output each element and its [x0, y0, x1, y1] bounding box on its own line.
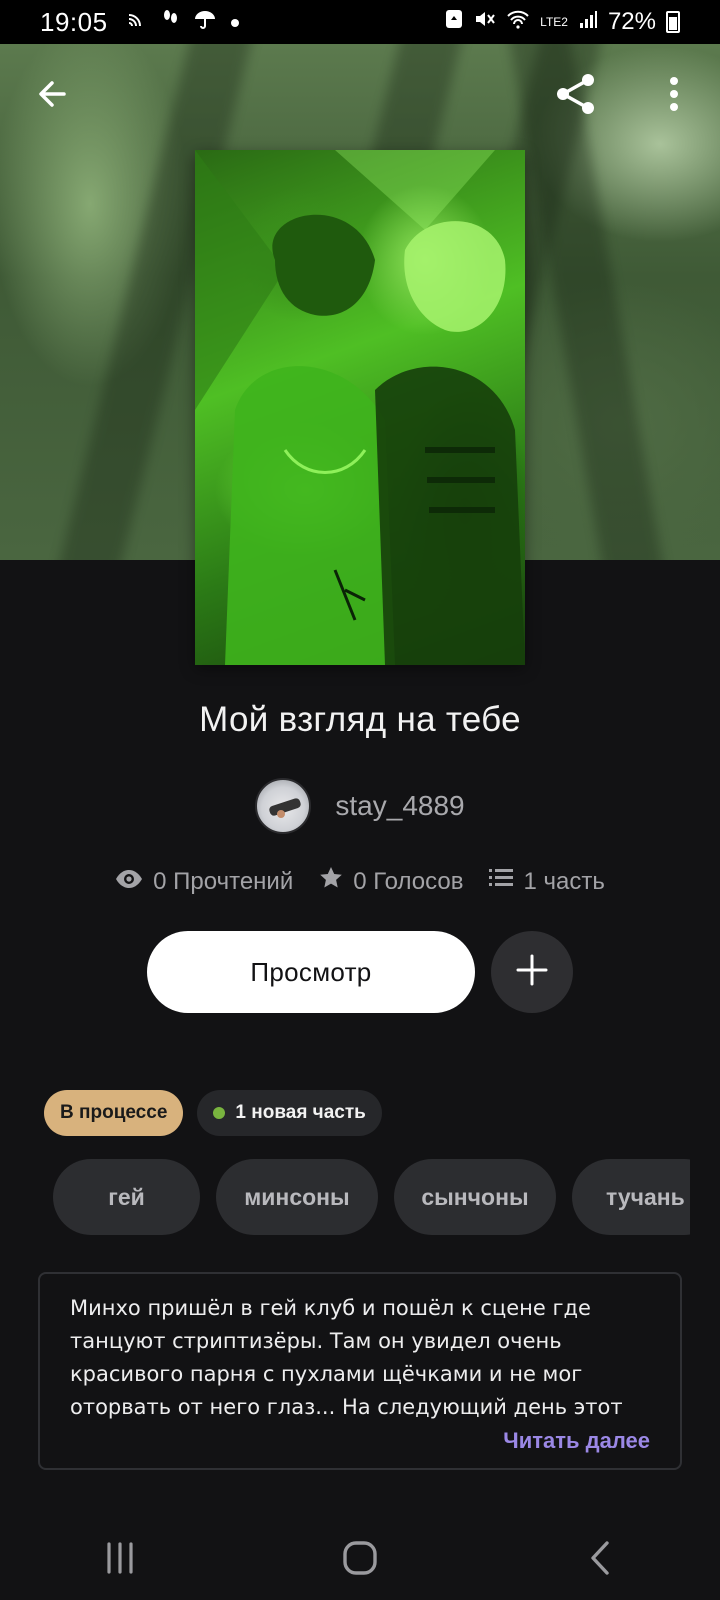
share-button[interactable]	[546, 66, 606, 126]
story-title: Мой взгляд на тебе	[199, 700, 521, 739]
star-icon	[319, 866, 343, 897]
votes-count: 0 Голосов	[353, 867, 464, 895]
cover-artwork	[195, 150, 525, 665]
cast-icon	[126, 9, 146, 35]
description-text: Минхо пришёл в гей клуб и пошёл к сцене …	[70, 1296, 623, 1419]
signal-icon	[578, 9, 598, 35]
votes-stat: 0 Голосов	[319, 866, 463, 897]
view-button[interactable]: Просмотр	[147, 931, 475, 1013]
tags-row[interactable]: гей минсоны сынчоны тучань	[53, 1159, 690, 1235]
status-badge: В процессе	[44, 1090, 184, 1136]
battery-percent: 72%	[607, 8, 656, 35]
wifi-icon	[506, 9, 530, 35]
tag-chip[interactable]: гей	[53, 1159, 200, 1235]
reads-count: 0 Прочтений	[153, 867, 294, 895]
recycle-icon	[444, 8, 464, 36]
footprint-icon	[160, 9, 180, 35]
read-more-link[interactable]: Читать далее	[503, 1428, 650, 1454]
system-nav-bar	[0, 1520, 720, 1600]
add-to-library-button[interactable]	[491, 931, 573, 1013]
status-time: 19:05	[40, 6, 108, 37]
action-row: Просмотр	[0, 931, 720, 1013]
umbrella-icon	[194, 9, 216, 35]
parts-stat: 1 часть	[489, 867, 605, 896]
recents-icon	[103, 1541, 137, 1580]
new-dot-icon	[213, 1107, 226, 1119]
system-back-button[interactable]	[560, 1530, 640, 1590]
list-icon	[489, 867, 514, 896]
status-bar: 19:05 LTE2 72%	[0, 0, 720, 44]
more-options-button[interactable]	[644, 66, 704, 126]
back-button[interactable]	[22, 66, 82, 126]
more-vert-icon	[668, 76, 680, 117]
description-box[interactable]: Минхо пришёл в гей клуб и пошёл к сцене …	[38, 1272, 682, 1470]
recents-button[interactable]	[80, 1530, 160, 1590]
parts-count: 1 часть	[523, 867, 605, 895]
battery-icon	[666, 11, 680, 33]
story-stats: 0 Прочтений 0 Голосов 1 часть	[0, 866, 720, 897]
author-row[interactable]: stay_4889	[0, 778, 720, 834]
network-label: LTE2	[540, 15, 568, 29]
tag-chip[interactable]: тучань	[572, 1159, 690, 1235]
dot-icon	[230, 11, 240, 34]
plus-icon	[515, 953, 549, 992]
notification-icons	[126, 9, 240, 35]
home-icon	[342, 1540, 378, 1581]
new-parts-label: 1 новая часть	[235, 1102, 366, 1123]
tag-chip[interactable]: минсоны	[216, 1159, 378, 1235]
chevron-left-icon	[587, 1540, 613, 1581]
mute-icon	[474, 8, 496, 36]
badges-row: В процессе 1 новая часть	[44, 1090, 382, 1136]
arrow-left-icon	[34, 76, 70, 117]
tag-chip[interactable]: сынчоны	[394, 1159, 556, 1235]
share-icon	[553, 71, 599, 122]
eye-icon	[115, 868, 143, 896]
avatar[interactable]	[255, 778, 312, 834]
author-name[interactable]: stay_4889	[335, 790, 464, 822]
reads-stat: 0 Прочтений	[115, 868, 293, 896]
story-cover[interactable]	[195, 150, 525, 665]
home-button[interactable]	[320, 1530, 400, 1590]
new-parts-badge: 1 новая часть	[197, 1090, 382, 1136]
